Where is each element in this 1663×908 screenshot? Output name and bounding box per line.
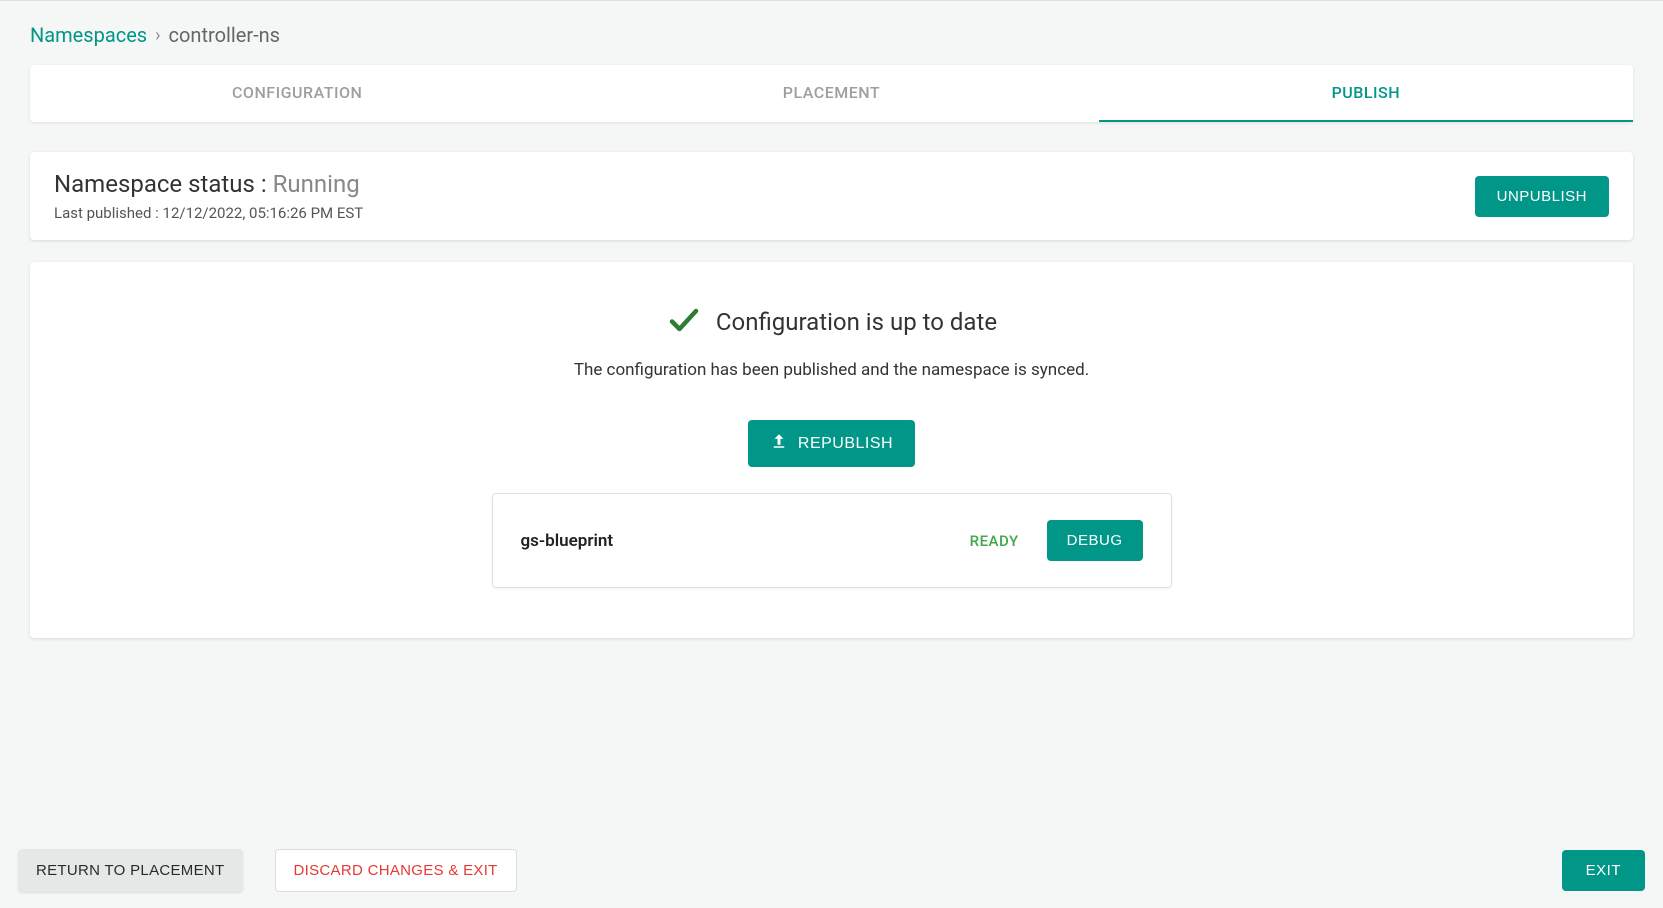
blueprint-name: gs-blueprint bbox=[521, 531, 614, 551]
last-published: Last published : 12/12/2022, 05:16:26 PM… bbox=[54, 204, 363, 222]
blueprint-card: gs-blueprint READY DEBUG bbox=[492, 493, 1172, 588]
tab-publish[interactable]: PUBLISH bbox=[1099, 65, 1633, 122]
unpublish-button[interactable]: UNPUBLISH bbox=[1475, 176, 1609, 217]
last-published-value: 12/12/2022, 05:16:26 PM EST bbox=[163, 204, 364, 222]
status-title: Namespace status : Running bbox=[54, 170, 363, 198]
config-heading: Configuration is up to date bbox=[716, 308, 997, 336]
status-value: Running bbox=[273, 170, 360, 198]
tab-configuration[interactable]: CONFIGURATION bbox=[30, 65, 564, 122]
return-to-placement-button[interactable]: RETURN TO PLACEMENT bbox=[18, 849, 243, 892]
status-left: Namespace status : Running Last publishe… bbox=[54, 170, 363, 222]
config-subtext: The configuration has been published and… bbox=[574, 360, 1089, 380]
breadcrumb-root-link[interactable]: Namespaces bbox=[30, 23, 147, 47]
tab-placement[interactable]: PLACEMENT bbox=[564, 65, 1098, 122]
breadcrumb-current: controller-ns bbox=[169, 23, 280, 47]
republish-button[interactable]: REPUBLISH bbox=[748, 420, 915, 467]
status-card: Namespace status : Running Last publishe… bbox=[30, 152, 1633, 240]
exit-button[interactable]: EXIT bbox=[1562, 850, 1645, 891]
breadcrumb-separator: › bbox=[155, 25, 160, 46]
republish-label: REPUBLISH bbox=[798, 435, 893, 453]
tab-bar: CONFIGURATION PLACEMENT PUBLISH bbox=[30, 65, 1633, 122]
debug-button[interactable]: DEBUG bbox=[1047, 520, 1143, 561]
breadcrumb: Namespaces › controller-ns bbox=[0, 1, 1663, 65]
config-card: Configuration is up to date The configur… bbox=[30, 262, 1633, 638]
blueprint-right: READY DEBUG bbox=[970, 520, 1143, 561]
discard-changes-button[interactable]: DISCARD CHANGES & EXIT bbox=[275, 849, 517, 892]
check-icon bbox=[666, 302, 702, 342]
footer-left: RETURN TO PLACEMENT DISCARD CHANGES & EX… bbox=[18, 849, 517, 892]
upload-icon bbox=[770, 432, 788, 455]
blueprint-status: READY bbox=[970, 532, 1019, 550]
last-published-label: Last published : bbox=[54, 204, 163, 222]
status-label: Namespace status : bbox=[54, 170, 273, 198]
config-heading-row: Configuration is up to date bbox=[666, 302, 997, 342]
footer-bar: RETURN TO PLACEMENT DISCARD CHANGES & EX… bbox=[0, 833, 1663, 908]
